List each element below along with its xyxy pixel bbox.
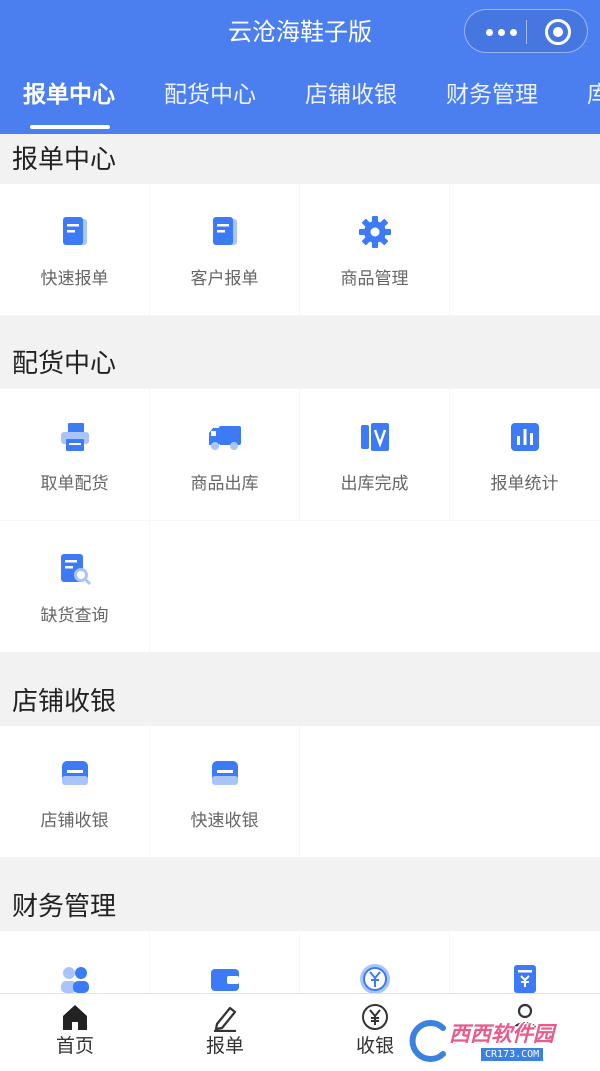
tabbar-label: 报单 bbox=[205, 1035, 244, 1057]
grid-item-label: 商品出库 bbox=[190, 474, 259, 494]
search-document-icon bbox=[61, 554, 92, 586]
grid-item-quick-order[interactable]: 快速报单 bbox=[0, 184, 149, 315]
section-title: 财务管理 bbox=[12, 892, 117, 922]
grid-item-finance-4[interactable] bbox=[450, 931, 600, 993]
grid-item-store-cashier[interactable]: 店铺收银 bbox=[0, 726, 149, 857]
grid-item-product-outbound[interactable]: 商品出库 bbox=[150, 389, 299, 520]
grid-item-customer-order[interactable]: 客户报单 bbox=[150, 184, 299, 315]
watermark-logo: 西西软件园 CR173.COM bbox=[403, 1018, 593, 1064]
tab-distribution-center[interactable]: 配货中心 bbox=[164, 78, 256, 112]
grid-item-finance-2[interactable] bbox=[150, 931, 299, 993]
gear-icon bbox=[359, 216, 391, 248]
document-icon bbox=[213, 217, 237, 245]
watermark-subtext: CR173.COM bbox=[481, 1048, 544, 1061]
users-icon bbox=[61, 967, 89, 993]
active-tab-indicator bbox=[30, 125, 110, 129]
tab-store-cashier[interactable]: 店铺收银 bbox=[305, 78, 397, 112]
grid-item-label: 店铺收银 bbox=[40, 811, 109, 831]
section-distribution-center: 配货中心 取单配货 商品出库 出库完成 报单统计 缺货查询 bbox=[0, 340, 600, 658]
section-store-cashier: 店铺收银 店铺收银 快速收银 bbox=[0, 678, 600, 863]
tabbar-order[interactable]: 报单 bbox=[150, 994, 300, 1071]
grid-item-label: 快速报单 bbox=[40, 269, 109, 289]
grid bbox=[0, 931, 600, 993]
grid-item-quick-cashier[interactable]: 快速收银 bbox=[150, 726, 299, 857]
bar-chart-icon bbox=[511, 423, 539, 451]
more-icon[interactable] bbox=[477, 10, 525, 54]
capsule-divider bbox=[526, 20, 527, 44]
grid-item-finance-3[interactable] bbox=[300, 931, 449, 993]
wallet-icon bbox=[211, 969, 239, 991]
grid-empty-cell bbox=[150, 521, 600, 652]
grid-item-label: 商品管理 bbox=[340, 269, 409, 289]
grid-item-label: 快速收银 bbox=[190, 811, 259, 831]
grid-item-label: 报单统计 bbox=[490, 474, 559, 494]
checklist-icon bbox=[361, 423, 389, 451]
section-title: 店铺收银 bbox=[12, 687, 117, 717]
section-title: 配货中心 bbox=[12, 349, 117, 379]
truck-icon bbox=[209, 426, 241, 450]
yen-icon bbox=[362, 1004, 388, 1030]
document-icon bbox=[63, 217, 87, 245]
grid-item-order-statistics[interactable]: 报单统计 bbox=[450, 389, 600, 520]
grid-item-label: 取单配货 bbox=[40, 474, 109, 494]
grid: 取单配货 商品出库 出库完成 报单统计 缺货查询 bbox=[0, 389, 600, 652]
grid-item-label: 缺货查询 bbox=[40, 606, 109, 626]
pencil-icon bbox=[214, 1006, 237, 1032]
grid-item-label: 客户报单 bbox=[190, 269, 259, 289]
tab-inventory-partial[interactable]: 库 bbox=[587, 78, 600, 112]
cashier-icon bbox=[212, 761, 238, 785]
grid-empty-cell bbox=[300, 726, 600, 857]
printer-icon bbox=[61, 423, 89, 451]
receipt-icon bbox=[514, 965, 536, 993]
tab-order-center[interactable]: 报单中心 bbox=[23, 78, 115, 112]
mini-program-capsule bbox=[464, 9, 588, 53]
section-finance: 财务管理 bbox=[0, 883, 600, 993]
watermark-c-icon bbox=[407, 1018, 449, 1064]
grid-item-product-management[interactable]: 商品管理 bbox=[300, 184, 449, 315]
section-title: 报单中心 bbox=[12, 145, 117, 175]
home-icon bbox=[63, 1005, 87, 1030]
grid: 店铺收银 快速收银 bbox=[0, 726, 600, 857]
grid: 快速报单 客户报单 商品管理 bbox=[0, 184, 600, 315]
grid-empty-cell bbox=[450, 184, 600, 315]
tabbar-home[interactable]: 首页 bbox=[0, 994, 150, 1071]
header-bar: 云沧海鞋子版 报单中心 配货中心 店铺收银 财务管理 库 bbox=[0, 0, 600, 134]
watermark-text: 西西软件园 bbox=[449, 1022, 554, 1046]
cashier-icon bbox=[62, 761, 88, 785]
close-target-icon[interactable] bbox=[545, 19, 571, 45]
tab-finance[interactable]: 财务管理 bbox=[446, 78, 538, 112]
grid-item-outbound-complete[interactable]: 出库完成 bbox=[300, 389, 449, 520]
tabbar-label: 首页 bbox=[55, 1035, 94, 1057]
yen-coin-icon bbox=[360, 964, 390, 993]
grid-item-pick-order[interactable]: 取单配货 bbox=[0, 389, 149, 520]
grid-item-stock-shortage-query[interactable]: 缺货查询 bbox=[0, 521, 149, 652]
grid-item-finance-1[interactable] bbox=[0, 931, 149, 993]
grid-item-label: 出库完成 bbox=[340, 474, 409, 494]
category-tabs: 报单中心 配货中心 店铺收银 财务管理 库 bbox=[0, 70, 600, 134]
section-order-center: 报单中心 快速报单 客户报单 商品管理 bbox=[0, 134, 600, 324]
